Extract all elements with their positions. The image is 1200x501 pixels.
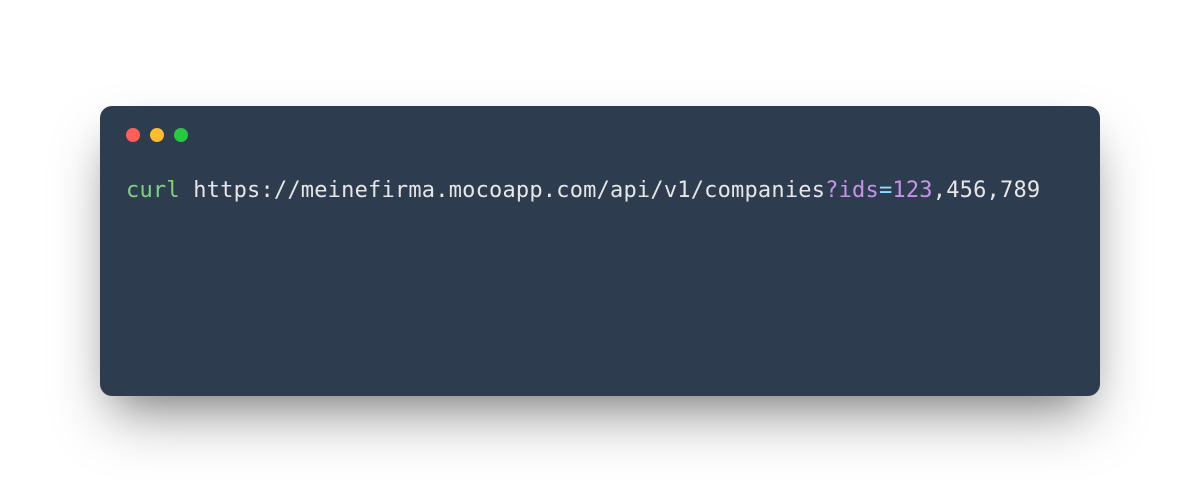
code-line: curl https://meinefirma.mocoapp.com/api/… (126, 174, 1074, 207)
url-token: https://meinefirma.mocoapp.com/api/v1/co… (193, 178, 825, 203)
query-param: ids (839, 178, 879, 203)
comma-1: , (933, 178, 946, 203)
query-val-3: 789 (1000, 178, 1040, 203)
query-qmark: ? (825, 178, 838, 203)
minimize-icon[interactable] (150, 128, 164, 142)
query-val-2: 456 (946, 178, 986, 203)
query-val-1: 123 (892, 178, 932, 203)
query-eq: = (879, 178, 892, 203)
terminal-window: curl https://meinefirma.mocoapp.com/api/… (100, 106, 1100, 396)
window-traffic-lights (126, 128, 1074, 142)
command-token: curl (126, 178, 180, 203)
comma-2: , (987, 178, 1000, 203)
close-icon[interactable] (126, 128, 140, 142)
maximize-icon[interactable] (174, 128, 188, 142)
space (180, 178, 193, 203)
